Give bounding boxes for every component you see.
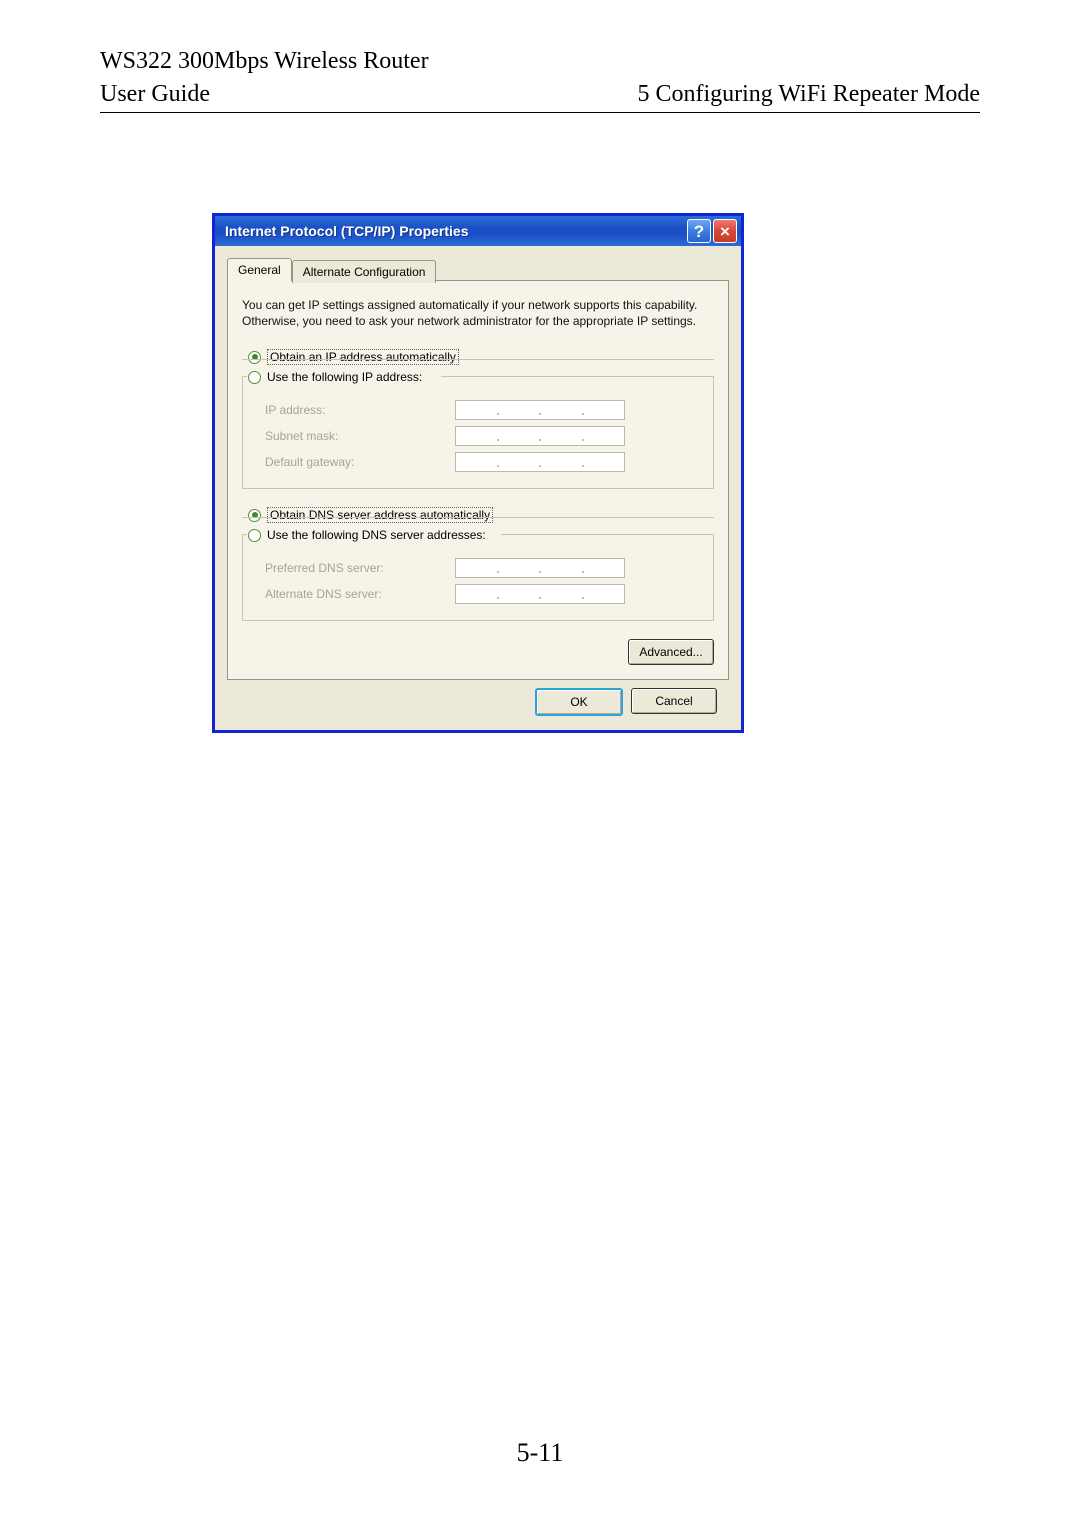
tab-panel-general: You can get IP settings assigned automat… [227, 280, 729, 680]
ip-manual-groupbox: IP address: Subnet mask: D [242, 376, 714, 489]
ip-radio-group: Obtain an IP address automatically Use t… [242, 349, 714, 489]
radio-obtain-dns-auto[interactable]: Obtain DNS server address automatically [242, 507, 714, 523]
radio-icon [248, 509, 261, 522]
cancel-button[interactable]: Cancel [631, 688, 717, 714]
titlebar-buttons: ? × [687, 219, 737, 243]
description-text: You can get IP settings assigned automat… [242, 297, 714, 329]
close-icon: × [720, 223, 730, 240]
ip-auto-groupbox [242, 359, 714, 360]
tab-general[interactable]: General [227, 258, 292, 281]
doc-title: WS322 300Mbps Wireless Router [100, 48, 980, 75]
radio-label: Obtain an IP address automatically [267, 349, 459, 365]
close-button[interactable]: × [713, 219, 737, 243]
label-ip-address: IP address: [251, 403, 455, 417]
input-preferred-dns[interactable] [455, 558, 625, 578]
field-alternate-dns: Alternate DNS server: [251, 584, 705, 604]
label-subnet-mask: Subnet mask: [251, 429, 455, 443]
dialog-footer: OK Cancel [227, 680, 729, 716]
field-preferred-dns: Preferred DNS server: [251, 558, 705, 578]
field-ip-address: IP address: [251, 400, 705, 420]
page-number: 5-11 [0, 1438, 1080, 1468]
radio-obtain-ip-auto[interactable]: Obtain an IP address automatically [242, 349, 714, 365]
radio-label: Obtain DNS server address automatically [267, 507, 493, 523]
input-subnet-mask[interactable] [455, 426, 625, 446]
dialog-body: General Alternate Configuration You can … [215, 246, 741, 730]
ok-button[interactable]: OK [535, 688, 623, 716]
advanced-button-row: Advanced... [242, 639, 714, 665]
doc-header-right: 5 Configuring WiFi Repeater Mode [637, 81, 980, 108]
field-default-gateway: Default gateway: [251, 452, 705, 472]
input-ip-address[interactable] [455, 400, 625, 420]
doc-header-left: User Guide [100, 81, 210, 108]
input-alternate-dns[interactable] [455, 584, 625, 604]
input-default-gateway[interactable] [455, 452, 625, 472]
advanced-button[interactable]: Advanced... [628, 639, 714, 665]
titlebar: Internet Protocol (TCP/IP) Properties ? … [215, 216, 741, 246]
help-icon: ? [694, 223, 704, 240]
document-page: WS322 300Mbps Wireless Router User Guide… [0, 0, 1080, 1528]
doc-header-row: User Guide 5 Configuring WiFi Repeater M… [100, 81, 980, 113]
label-alternate-dns: Alternate DNS server: [251, 587, 455, 601]
tab-alternate-configuration[interactable]: Alternate Configuration [292, 260, 437, 283]
tcpip-dialog: Internet Protocol (TCP/IP) Properties ? … [212, 213, 744, 733]
dns-auto-groupbox [242, 517, 714, 518]
dialog-title: Internet Protocol (TCP/IP) Properties [219, 223, 468, 239]
label-preferred-dns: Preferred DNS server: [251, 561, 455, 575]
dns-manual-groupbox: Preferred DNS server: Alternate DNS serv… [242, 534, 714, 621]
tab-strip: General Alternate Configuration [227, 258, 729, 281]
radio-icon [248, 351, 261, 364]
help-button[interactable]: ? [687, 219, 711, 243]
field-subnet-mask: Subnet mask: [251, 426, 705, 446]
dns-radio-group: Obtain DNS server address automatically … [242, 507, 714, 621]
label-default-gateway: Default gateway: [251, 455, 455, 469]
